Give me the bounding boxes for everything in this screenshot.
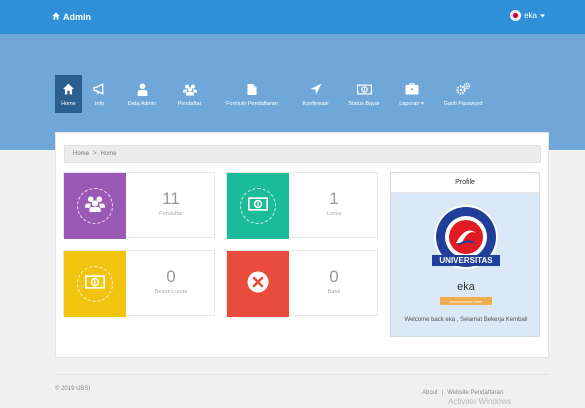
stat-label: Lunas <box>326 211 342 217</box>
stat-value: 0 <box>329 267 339 286</box>
nav-item-info[interactable]: Info <box>82 75 117 113</box>
profile-title: Profile <box>391 173 539 193</box>
user-menu[interactable]: eka <box>510 10 545 21</box>
nav-item-laporan[interactable]: Laporan ▾ <box>389 75 434 113</box>
stat-card-lunas[interactable]: 1 Lunas <box>226 172 378 239</box>
nav-item-konfirmasi[interactable]: Konfirmasi <box>292 75 339 113</box>
brand-label: Admin <box>63 12 91 22</box>
nav-label-status-bayar: Status Bayar <box>348 101 380 107</box>
money-icon <box>356 81 372 97</box>
caret-down-icon <box>540 11 545 20</box>
main-nav: Home Info Data Admin Pendaftar Formulir … <box>55 75 492 113</box>
close-icon <box>247 271 269 298</box>
gears-icon <box>455 81 471 97</box>
breadcrumb-separator: > <box>93 151 97 157</box>
send-icon <box>310 81 322 97</box>
nav-item-pendaftar[interactable]: Pendaftar <box>167 75 212 113</box>
stat-tile <box>227 173 289 239</box>
users-icon <box>85 195 105 217</box>
stat-tile <box>64 251 126 317</box>
stat-tile <box>64 173 126 239</box>
nav-label-data-admin: Data Admin <box>127 101 157 107</box>
user-avatar <box>510 10 522 21</box>
money-icon <box>248 196 269 216</box>
user-name: eka <box>524 11 537 20</box>
stat-label: Pendaftar <box>159 211 183 217</box>
welcome-message: Welcome back eka , Selamat Bekerja Kemba… <box>404 317 528 323</box>
stat-card-pendaftar[interactable]: 11 Pendaftar <box>63 172 215 239</box>
stat-value: 0 <box>166 267 176 286</box>
nav-label-home: Home <box>61 101 76 107</box>
breadcrumb-home-link[interactable]: Home <box>73 151 89 157</box>
nav-item-status-bayar[interactable]: Status Bayar <box>339 75 389 113</box>
home-icon <box>52 12 60 22</box>
nav-item-home[interactable]: Home <box>55 75 82 113</box>
stat-card-batal[interactable]: 0 Batal <box>226 250 378 317</box>
home-icon <box>62 81 75 97</box>
nav-label-pendaftar: Pendaftar <box>177 101 202 107</box>
stat-tile <box>227 251 289 317</box>
top-navbar: Admin eka <box>0 0 585 34</box>
footer-about-link[interactable]: About <box>422 390 438 396</box>
windows-activation-watermark: Activate Windows <box>448 397 512 406</box>
footer-separator: | <box>441 390 444 396</box>
money-icon <box>85 274 106 294</box>
nav-label-info: Info <box>94 101 105 107</box>
breadcrumb: Home > Home <box>64 145 541 163</box>
nav-label-formulir-pendaftaran: Formulir Pendaftaran <box>226 101 278 107</box>
brand[interactable]: Admin <box>52 12 91 22</box>
logo-text: UNIVERSITAS <box>439 256 493 265</box>
footer-divider <box>55 374 549 375</box>
footer-links: About | Website Pendaftaran <box>422 390 503 396</box>
nav-label-konfirmasi: Konfirmasi <box>302 101 329 107</box>
footer-copyright: © 2019 UBSI <box>55 386 91 392</box>
user-icon <box>137 81 148 97</box>
footer-website-link[interactable]: Website Pendaftaran <box>447 390 503 396</box>
stat-value: 1 <box>329 189 339 208</box>
profile-name: eka <box>457 281 475 293</box>
megaphone-icon <box>93 81 106 97</box>
nav-label-ganti-password: Ganti Password <box>443 101 483 107</box>
university-logo: UNIVERSITAS <box>428 203 504 279</box>
breadcrumb-current: Home <box>100 151 117 157</box>
stat-card-belum-lunas[interactable]: 0 Belum Lunas <box>63 250 215 317</box>
file-icon <box>247 81 257 97</box>
role-badge: Administrator Web <box>440 297 492 305</box>
profile-card: Profile UNIVERSITAS eka Administrator We… <box>390 172 540 337</box>
nav-item-formulir-pendaftaran[interactable]: Formulir Pendaftaran <box>212 75 292 113</box>
stat-label: Batal <box>327 289 341 295</box>
users-icon <box>182 81 197 97</box>
nav-item-data-admin[interactable]: Data Admin <box>117 75 167 113</box>
briefcase-icon <box>405 81 419 97</box>
stat-label: Belum Lunas <box>154 289 188 295</box>
nav-label-laporan: Laporan ▾ <box>399 101 424 107</box>
stat-value: 11 <box>162 189 180 208</box>
nav-item-ganti-password[interactable]: Ganti Password <box>434 75 492 113</box>
